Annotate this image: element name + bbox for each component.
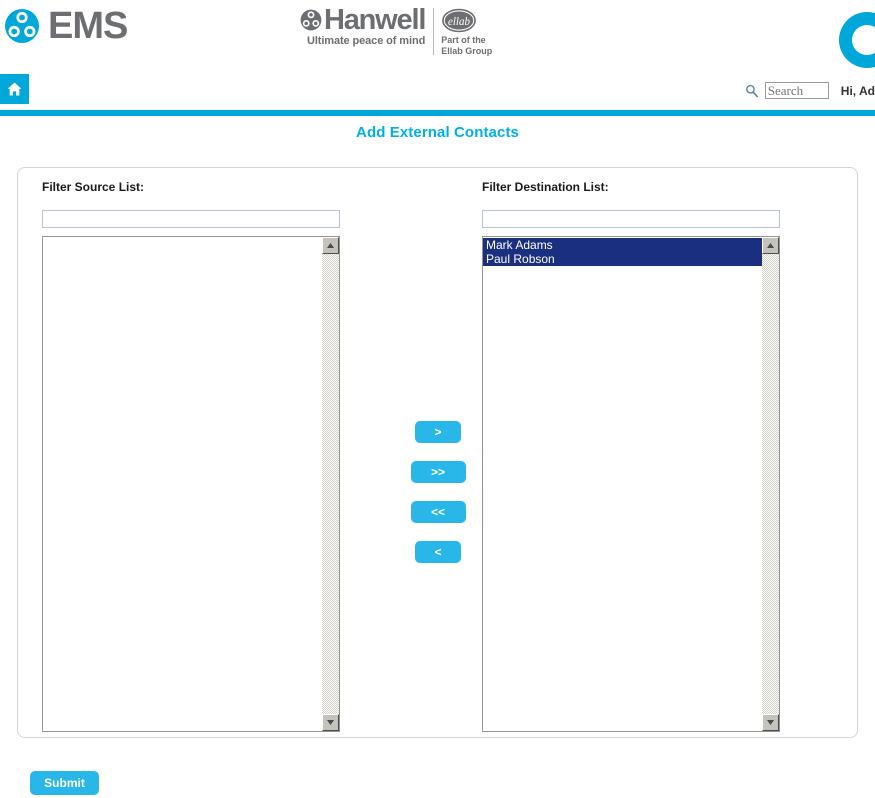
- ellab-caption-line1: Part of the: [441, 35, 486, 45]
- filter-source-input[interactable]: [42, 210, 340, 228]
- source-listbox[interactable]: [42, 236, 340, 732]
- ems-circular-logo-icon: [4, 8, 40, 44]
- svg-text:ellab: ellab: [448, 16, 471, 28]
- transfer-button-group: > >> << <: [398, 421, 478, 563]
- ellab-logo: ellab Part of the Ellab Group: [441, 6, 492, 57]
- ellab-caption: Part of the Ellab Group: [441, 35, 492, 57]
- home-button[interactable]: [0, 74, 29, 104]
- list-item[interactable]: Paul Robson: [483, 252, 762, 266]
- ellab-circular-logo-icon: ellab: [441, 8, 492, 33]
- scroll-up-arrow-icon[interactable]: [762, 237, 779, 254]
- page-title: Add External Contacts: [356, 124, 519, 141]
- destination-listbox-scrollbar[interactable]: [762, 237, 779, 731]
- source-listbox-items[interactable]: [43, 237, 322, 731]
- hanwell-logo: Hanwell Ultimate peace of mind ellab Par…: [300, 6, 492, 57]
- filter-source-list-label: Filter Source List:: [42, 180, 145, 194]
- home-icon: [7, 82, 22, 96]
- user-greeting: Hi, Ad: [840, 83, 875, 98]
- search-input[interactable]: [764, 82, 829, 99]
- scroll-up-arrow-icon[interactable]: [322, 237, 339, 254]
- filter-destination-input[interactable]: [482, 210, 780, 228]
- cyan-circle-decoration-icon: [839, 12, 875, 68]
- ems-wordmark: EMS: [48, 5, 128, 47]
- submit-button[interactable]: Submit: [30, 771, 99, 795]
- scroll-down-arrow-icon[interactable]: [762, 714, 779, 731]
- scroll-down-arrow-icon[interactable]: [322, 714, 339, 731]
- destination-listbox[interactable]: Mark Adams Paul Robson: [482, 236, 780, 732]
- source-listbox-scrollbar[interactable]: [322, 237, 339, 731]
- ems-logo: EMS: [4, 5, 128, 47]
- list-item[interactable]: Mark Adams: [483, 238, 762, 252]
- hanwell-circular-logo-icon: [300, 9, 322, 31]
- dual-list-panel: Filter Source List: Filter Destination L…: [17, 167, 858, 738]
- page-header: EMS Hanwell Ultimate peace of mind ellab…: [0, 0, 875, 70]
- move-right-button[interactable]: >: [415, 421, 461, 443]
- ellab-caption-line2: Ellab Group: [441, 46, 493, 56]
- move-left-button[interactable]: <: [415, 541, 461, 563]
- hanwell-tagline: Ultimate peace of mind: [306, 35, 426, 47]
- move-all-left-button[interactable]: <<: [410, 501, 466, 523]
- move-all-right-button[interactable]: >>: [410, 461, 466, 483]
- accent-divider: [0, 110, 875, 116]
- destination-listbox-items[interactable]: Mark Adams Paul Robson: [483, 237, 762, 731]
- search-magnifier-icon[interactable]: [745, 84, 759, 98]
- logo-divider: [433, 8, 435, 55]
- hanwell-logo-text-block: Hanwell Ultimate peace of mind: [300, 6, 433, 47]
- hanwell-wordmark-row: Hanwell: [300, 4, 426, 36]
- hanwell-wordmark: Hanwell: [324, 4, 426, 36]
- nav-right-group: Hi, Ad: [745, 82, 875, 99]
- filter-destination-list-label: Filter Destination List:: [482, 180, 609, 194]
